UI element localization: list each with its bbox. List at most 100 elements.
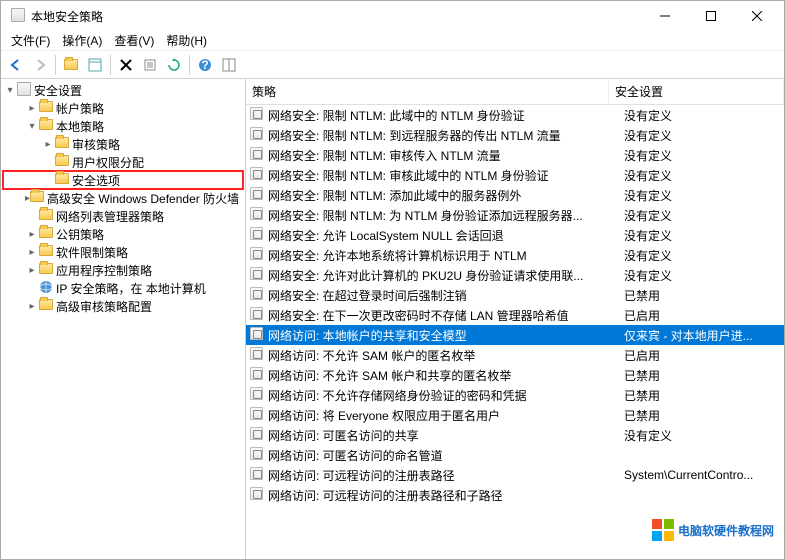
cell-setting: 已禁用 xyxy=(624,387,784,404)
list-row[interactable]: 网络访问: 本地帐户的共享和安全模型仅来宾 - 对本地用户进... xyxy=(246,325,784,345)
cell-policy: 网络安全: 限制 NTLM: 添加此域中的服务器例外 xyxy=(268,187,624,204)
cell-setting: 没有定义 xyxy=(624,267,784,284)
menu-help[interactable]: 帮助(H) xyxy=(160,30,213,51)
cell-policy: 网络访问: 不允许 SAM 帐户的匿名枚举 xyxy=(268,347,624,364)
tree-item-label: 用户权限分配 xyxy=(72,154,144,171)
list-row[interactable]: 网络访问: 不允许 SAM 帐户和共享的匿名枚举已禁用 xyxy=(246,365,784,385)
list-row[interactable]: 网络安全: 限制 NTLM: 到远程服务器的传出 NTLM 流量没有定义 xyxy=(246,125,784,145)
folder-icon xyxy=(30,191,44,205)
tree-item[interactable]: ▾本地策略 xyxy=(3,117,243,135)
cell-setting: 没有定义 xyxy=(624,207,784,224)
tree-item[interactable]: ▸软件限制策略 xyxy=(3,243,243,261)
list-row[interactable]: 网络安全: 限制 NTLM: 添加此域中的服务器例外没有定义 xyxy=(246,185,784,205)
list-row[interactable]: 网络安全: 限制 NTLM: 为 NTLM 身份验证添加远程服务器...没有定义 xyxy=(246,205,784,225)
tree-item-label: 高级安全 Windows Defender 防火墙 xyxy=(47,190,239,207)
folder-icon xyxy=(39,101,53,115)
list-body[interactable]: 网络安全: 限制 NTLM: 此域中的 NTLM 身份验证没有定义网络安全: 限… xyxy=(246,105,784,559)
delete-button[interactable] xyxy=(115,54,137,76)
list-row[interactable]: 网络访问: 可远程访问的注册表路径System\CurrentContro... xyxy=(246,465,784,485)
policy-icon xyxy=(250,147,264,163)
cell-setting: 没有定义 xyxy=(624,427,784,444)
cell-setting: 仅来宾 - 对本地用户进... xyxy=(624,327,784,344)
tree-item[interactable]: 网络列表管理器策略 xyxy=(3,207,243,225)
column-policy[interactable]: 策略 xyxy=(246,79,609,104)
titlebar: 本地安全策略 xyxy=(1,1,784,31)
show-console-button[interactable] xyxy=(84,54,106,76)
tree-item[interactable]: 安全选项 xyxy=(3,171,243,189)
cell-policy: 网络访问: 本地帐户的共享和安全模型 xyxy=(268,327,624,344)
cell-policy: 网络访问: 可匿名访问的命名管道 xyxy=(268,447,624,464)
tree-item-label: 帐户策略 xyxy=(56,100,104,117)
policy-icon xyxy=(250,347,264,363)
policy-icon xyxy=(250,447,264,463)
tree-item-label: 应用程序控制策略 xyxy=(56,262,152,279)
column-setting[interactable]: 安全设置 xyxy=(609,79,784,104)
cell-policy: 网络安全: 允许本地系统将计算机标识用于 NTLM xyxy=(268,247,624,264)
policy-icon xyxy=(250,107,264,123)
list-row[interactable]: 网络安全: 在下一次更改密码时不存储 LAN 管理器哈希值已启用 xyxy=(246,305,784,325)
forward-button[interactable] xyxy=(29,54,51,76)
list-row[interactable]: 网络访问: 将 Everyone 权限应用于匿名用户已禁用 xyxy=(246,405,784,425)
up-button[interactable] xyxy=(60,54,82,76)
cell-setting: 已禁用 xyxy=(624,367,784,384)
list-row[interactable]: 网络安全: 允许 LocalSystem NULL 会话回退没有定义 xyxy=(246,225,784,245)
cell-setting: 已启用 xyxy=(624,347,784,364)
cell-setting: System\CurrentContro... xyxy=(624,468,784,482)
folder-icon xyxy=(39,299,53,313)
cell-policy: 网络安全: 在下一次更改密码时不存储 LAN 管理器哈希值 xyxy=(268,307,624,324)
policy-icon xyxy=(250,467,264,483)
properties-button[interactable] xyxy=(218,54,240,76)
tree-root[interactable]: ▾安全设置 xyxy=(3,81,243,99)
tree-item[interactable]: ▸公钥策略 xyxy=(3,225,243,243)
cell-setting: 没有定义 xyxy=(624,227,784,244)
tree-item[interactable]: ▸高级安全 Windows Defender 防火墙 xyxy=(3,189,243,207)
policy-icon xyxy=(250,387,264,403)
tree-item-label: 公钥策略 xyxy=(56,226,104,243)
tree-item-label: IP 安全策略，在 本地计算机 xyxy=(56,280,206,297)
list-row[interactable]: 网络访问: 可匿名访问的共享没有定义 xyxy=(246,425,784,445)
list-row[interactable]: 网络访问: 可远程访问的注册表路径和子路径 xyxy=(246,485,784,505)
close-button[interactable] xyxy=(734,1,780,31)
help-button[interactable]: ? xyxy=(194,54,216,76)
policy-icon xyxy=(250,187,264,203)
menu-view[interactable]: 查看(V) xyxy=(108,30,160,51)
list-header: 策略 安全设置 xyxy=(246,79,784,105)
list-row[interactable]: 网络安全: 允许本地系统将计算机标识用于 NTLM没有定义 xyxy=(246,245,784,265)
export-button[interactable] xyxy=(139,54,161,76)
list-row[interactable]: 网络安全: 限制 NTLM: 审核此域中的 NTLM 身份验证没有定义 xyxy=(246,165,784,185)
cell-setting: 已禁用 xyxy=(624,287,784,304)
window-title: 本地安全策略 xyxy=(31,8,642,25)
tree-item[interactable]: ▸审核策略 xyxy=(3,135,243,153)
list-row[interactable]: 网络安全: 在超过登录时间后强制注销已禁用 xyxy=(246,285,784,305)
tree-item[interactable]: IP 安全策略，在 本地计算机 xyxy=(3,279,243,297)
tree-item-label: 审核策略 xyxy=(72,136,120,153)
back-button[interactable] xyxy=(5,54,27,76)
maximize-button[interactable] xyxy=(688,1,734,31)
policy-icon xyxy=(250,427,264,443)
cell-policy: 网络访问: 不允许存储网络身份验证的密码和凭据 xyxy=(268,387,624,404)
policy-icon xyxy=(250,407,264,423)
cell-setting: 没有定义 xyxy=(624,167,784,184)
tree-item[interactable]: 用户权限分配 xyxy=(3,153,243,171)
tree-item-label: 安全选项 xyxy=(72,172,120,189)
cell-policy: 网络访问: 可远程访问的注册表路径和子路径 xyxy=(268,487,624,504)
menu-action[interactable]: 操作(A) xyxy=(56,30,108,51)
list-row[interactable]: 网络安全: 限制 NTLM: 审核传入 NTLM 流量没有定义 xyxy=(246,145,784,165)
cell-policy: 网络安全: 限制 NTLM: 为 NTLM 身份验证添加远程服务器... xyxy=(268,207,624,224)
refresh-button[interactable] xyxy=(163,54,185,76)
list-row[interactable]: 网络访问: 不允许存储网络身份验证的密码和凭据已禁用 xyxy=(246,385,784,405)
list-row[interactable]: 网络访问: 不允许 SAM 帐户的匿名枚举已启用 xyxy=(246,345,784,365)
cell-setting: 已禁用 xyxy=(624,407,784,424)
folder-icon xyxy=(55,155,69,169)
cell-policy: 网络安全: 允许对此计算机的 PKU2U 身份验证请求使用联... xyxy=(268,267,624,284)
list-row[interactable]: 网络安全: 限制 NTLM: 此域中的 NTLM 身份验证没有定义 xyxy=(246,105,784,125)
menu-file[interactable]: 文件(F) xyxy=(5,30,56,51)
minimize-button[interactable] xyxy=(642,1,688,31)
cell-policy: 网络安全: 限制 NTLM: 审核传入 NTLM 流量 xyxy=(268,147,624,164)
tree-item[interactable]: ▸高级审核策略配置 xyxy=(3,297,243,315)
list-row[interactable]: 网络安全: 允许对此计算机的 PKU2U 身份验证请求使用联...没有定义 xyxy=(246,265,784,285)
list-row[interactable]: 网络访问: 可匿名访问的命名管道 xyxy=(246,445,784,465)
tree-item[interactable]: ▸应用程序控制策略 xyxy=(3,261,243,279)
tree-item[interactable]: ▸帐户策略 xyxy=(3,99,243,117)
tree-pane[interactable]: ▾安全设置▸帐户策略▾本地策略▸审核策略用户权限分配安全选项▸高级安全 Wind… xyxy=(1,79,246,559)
